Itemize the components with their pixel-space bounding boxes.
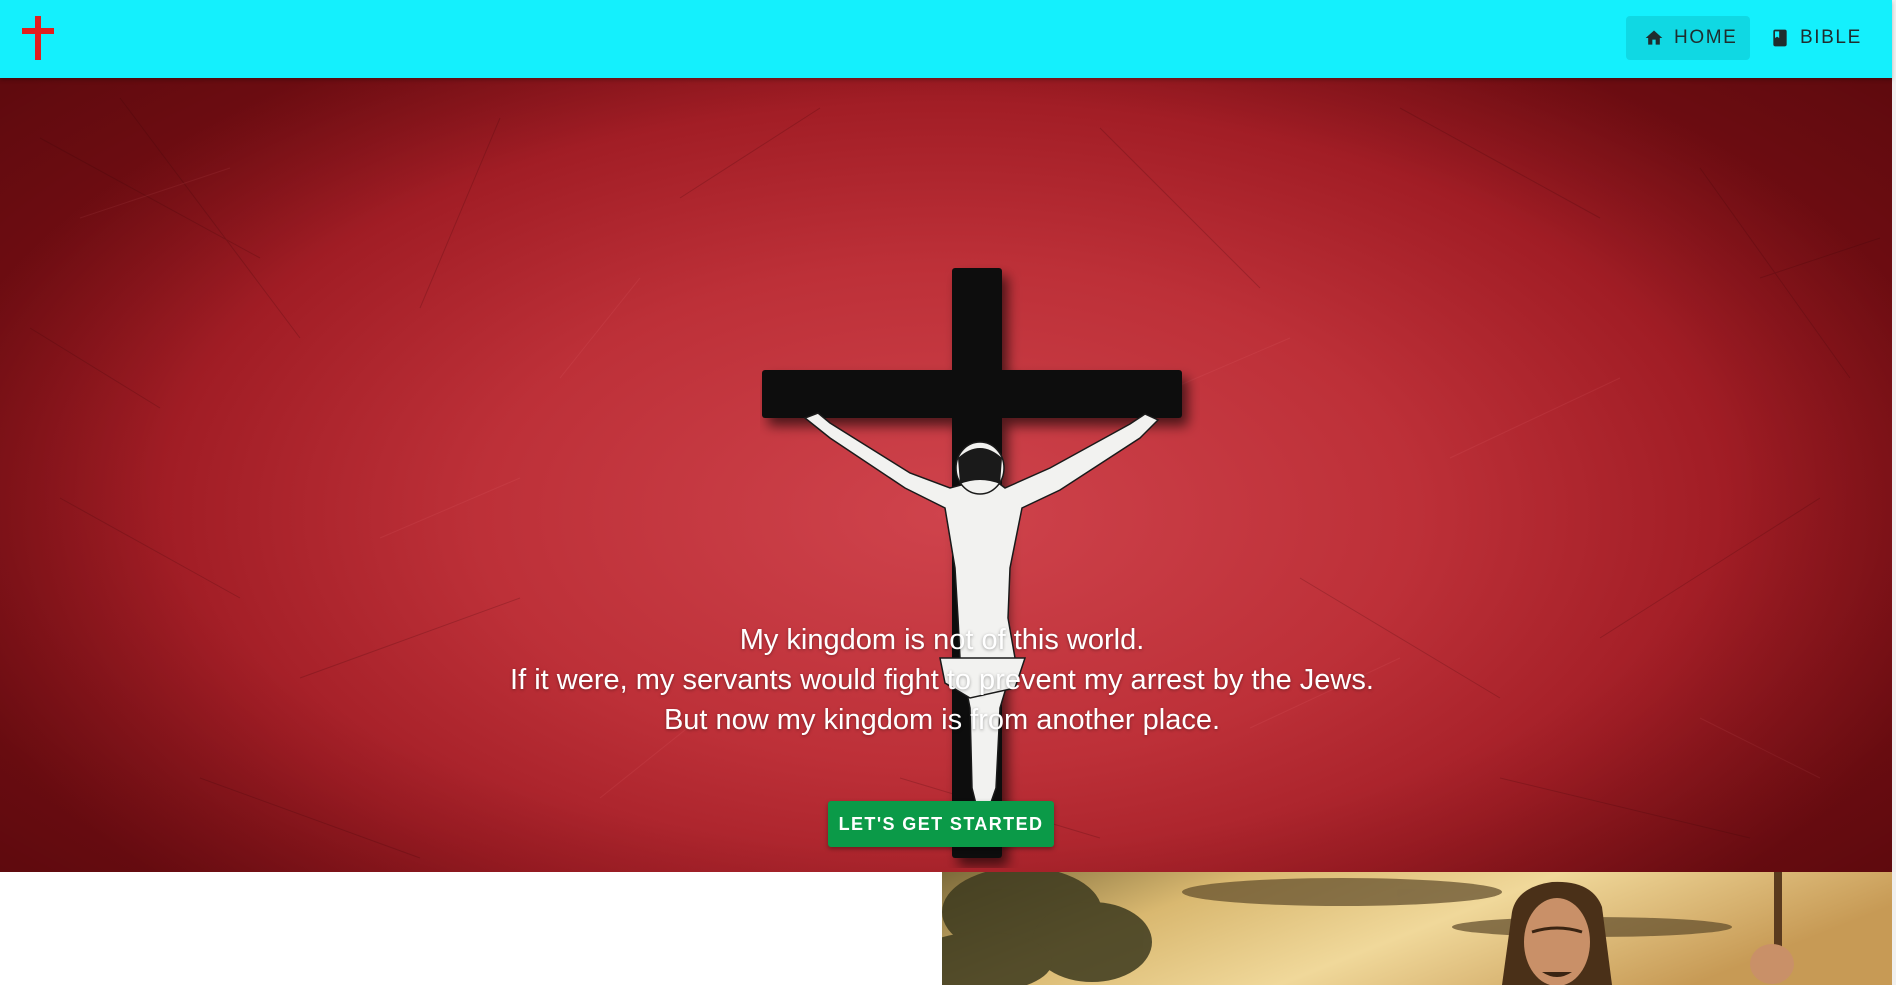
- get-started-button[interactable]: LET'S GET STARTED: [828, 801, 1054, 847]
- nav-home-button[interactable]: HOME: [1626, 16, 1750, 60]
- page-scrollbar[interactable]: [1892, 0, 1896, 985]
- scripture-quote: My kingdom is not of this world. If it w…: [0, 620, 1884, 740]
- top-navbar: HOME BIBLE: [0, 0, 1892, 78]
- jesus-painting-image: [942, 872, 1892, 985]
- quote-line-2: If it were, my servants would fight to p…: [510, 664, 1374, 696]
- crucifix-image: [762, 268, 1182, 858]
- book-icon: [1770, 28, 1790, 48]
- nav-home-label: HOME: [1674, 27, 1738, 48]
- cross-logo-icon[interactable]: [22, 16, 54, 60]
- lower-content-area: [0, 872, 942, 985]
- hero-section: My kingdom is not of this world. If it w…: [0, 78, 1892, 872]
- nav-bible-label: BIBLE: [1800, 27, 1862, 48]
- quote-line-3: But now my kingdom is from another place…: [663, 704, 1221, 736]
- quote-line-1: My kingdom is not of this world.: [739, 624, 1145, 656]
- home-icon: [1644, 28, 1664, 48]
- nav-bible-button[interactable]: BIBLE: [1752, 16, 1876, 60]
